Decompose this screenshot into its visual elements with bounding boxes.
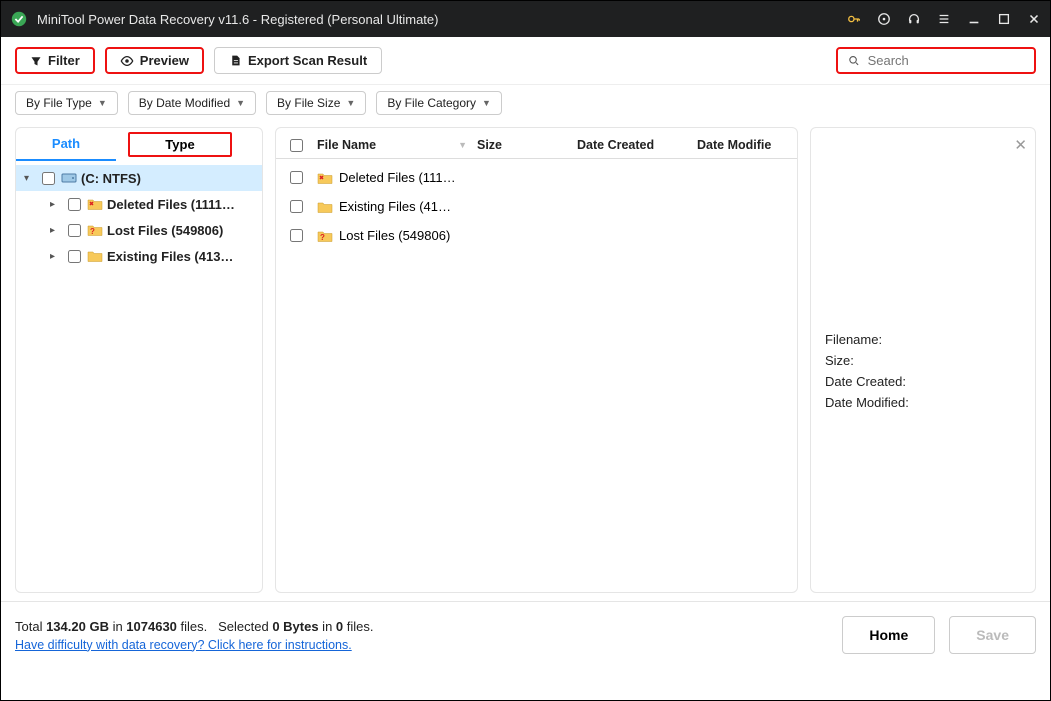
- chevron-down-icon[interactable]: ▾: [24, 173, 36, 184]
- menu-icon[interactable]: [936, 11, 952, 27]
- chevron-right-icon[interactable]: ▸: [50, 251, 62, 262]
- headphones-icon[interactable]: [906, 11, 922, 27]
- filter-label: Filter: [48, 53, 80, 68]
- row-label: Existing Files (41…: [339, 199, 451, 214]
- col-header-modified[interactable]: Date Modifie: [697, 138, 777, 152]
- export-label: Export Scan Result: [248, 53, 367, 68]
- chip-by-file-type[interactable]: By File Type▼: [15, 91, 118, 115]
- tree-root-label: (C: NTFS): [81, 171, 141, 186]
- file-tree: ▾ (C: NTFS) ▸ Deleted Files (1111… ▸ ? L…: [16, 161, 262, 273]
- export-button[interactable]: Export Scan Result: [214, 47, 382, 74]
- checkbox[interactable]: [290, 171, 303, 184]
- filter-chips: By File Type▼ By Date Modified▼ By File …: [1, 85, 1050, 127]
- checkbox[interactable]: [68, 250, 81, 263]
- detail-size: Size:: [825, 353, 1021, 368]
- file-list-panel: File Name▼ Size Date Created Date Modifi…: [275, 127, 798, 593]
- chip-by-file-category[interactable]: By File Category▼: [376, 91, 502, 115]
- chevron-down-icon: ▼: [346, 98, 355, 108]
- footer-stats: Total 134.20 GB in 1074630 files. Select…: [15, 619, 373, 634]
- app-logo-icon: [9, 9, 29, 29]
- folder-icon: [87, 248, 103, 264]
- preview-label: Preview: [140, 53, 189, 68]
- export-icon: [229, 54, 242, 67]
- tree-root-drive[interactable]: ▾ (C: NTFS): [16, 165, 262, 191]
- tree-item-label: Existing Files (413…: [107, 249, 233, 264]
- maximize-icon[interactable]: [996, 11, 1012, 27]
- svg-text:?: ?: [320, 233, 325, 242]
- detail-modified: Date Modified:: [825, 395, 1021, 410]
- sidebar-panel: Path Type ▾ (C: NTFS) ▸ Deleted Files (1…: [15, 127, 263, 593]
- chevron-down-icon: ▼: [482, 98, 491, 108]
- disc-icon[interactable]: [876, 11, 892, 27]
- tree-item-label: Deleted Files (1111…: [107, 197, 235, 212]
- footer: Total 134.20 GB in 1074630 files. Select…: [1, 601, 1050, 668]
- checkbox[interactable]: [68, 198, 81, 211]
- checkbox[interactable]: [290, 200, 303, 213]
- svg-text:?: ?: [90, 227, 95, 236]
- drive-icon: [61, 170, 77, 186]
- table-header: File Name▼ Size Date Created Date Modifi…: [276, 128, 797, 159]
- chevron-right-icon[interactable]: ▸: [50, 199, 62, 210]
- row-label: Deleted Files (111…: [339, 170, 456, 185]
- tree-item-deleted[interactable]: ▸ Deleted Files (1111…: [16, 191, 262, 217]
- filter-icon: [30, 55, 42, 67]
- tree-item-label: Lost Files (549806): [107, 223, 223, 238]
- preview-button[interactable]: Preview: [105, 47, 204, 74]
- search-input[interactable]: [868, 53, 1024, 68]
- folder-deleted-icon: [87, 196, 103, 212]
- save-button[interactable]: Save: [949, 616, 1036, 654]
- help-link[interactable]: Have difficulty with data recovery? Clic…: [15, 638, 373, 652]
- close-details-icon[interactable]: ✕: [1014, 136, 1027, 154]
- sort-caret-icon: ▼: [458, 140, 467, 150]
- table-row[interactable]: Existing Files (41…: [276, 192, 797, 221]
- tree-item-existing[interactable]: ▸ Existing Files (413…: [16, 243, 262, 269]
- details-panel: ✕ Filename: Size: Date Created: Date Mod…: [810, 127, 1036, 593]
- titlebar: MiniTool Power Data Recovery v11.6 - Reg…: [1, 1, 1050, 37]
- tree-item-lost[interactable]: ▸ ? Lost Files (549806): [16, 217, 262, 243]
- tab-path[interactable]: Path: [16, 128, 116, 161]
- folder-lost-icon: ?: [317, 229, 333, 243]
- folder-icon: [317, 200, 333, 214]
- checkbox[interactable]: [42, 172, 55, 185]
- minimize-icon[interactable]: [966, 11, 982, 27]
- search-box[interactable]: [836, 47, 1036, 74]
- col-header-created[interactable]: Date Created: [577, 138, 697, 152]
- filter-button[interactable]: Filter: [15, 47, 95, 74]
- chevron-down-icon: ▼: [236, 98, 245, 108]
- chip-by-date-modified[interactable]: By Date Modified▼: [128, 91, 256, 115]
- tab-type[interactable]: Type: [128, 132, 232, 157]
- search-icon: [848, 54, 860, 67]
- key-icon[interactable]: [846, 11, 862, 27]
- toolbar: Filter Preview Export Scan Result: [1, 37, 1050, 85]
- checkbox[interactable]: [290, 229, 303, 242]
- chevron-down-icon: ▼: [98, 98, 107, 108]
- folder-deleted-icon: [317, 171, 333, 185]
- detail-filename: Filename:: [825, 332, 1021, 347]
- folder-lost-icon: ?: [87, 222, 103, 238]
- chevron-right-icon[interactable]: ▸: [50, 225, 62, 236]
- close-icon[interactable]: [1026, 11, 1042, 27]
- checkbox[interactable]: [68, 224, 81, 237]
- table-row[interactable]: ? Lost Files (549806): [276, 221, 797, 250]
- chip-by-file-size[interactable]: By File Size▼: [266, 91, 366, 115]
- detail-created: Date Created:: [825, 374, 1021, 389]
- col-header-size[interactable]: Size: [477, 138, 577, 152]
- select-all-checkbox[interactable]: [290, 139, 303, 152]
- eye-icon: [120, 54, 134, 68]
- window-title: MiniTool Power Data Recovery v11.6 - Reg…: [37, 12, 846, 27]
- row-label: Lost Files (549806): [339, 228, 450, 243]
- table-row[interactable]: Deleted Files (111…: [276, 163, 797, 192]
- col-header-name[interactable]: File Name▼: [317, 138, 477, 152]
- home-button[interactable]: Home: [842, 616, 935, 654]
